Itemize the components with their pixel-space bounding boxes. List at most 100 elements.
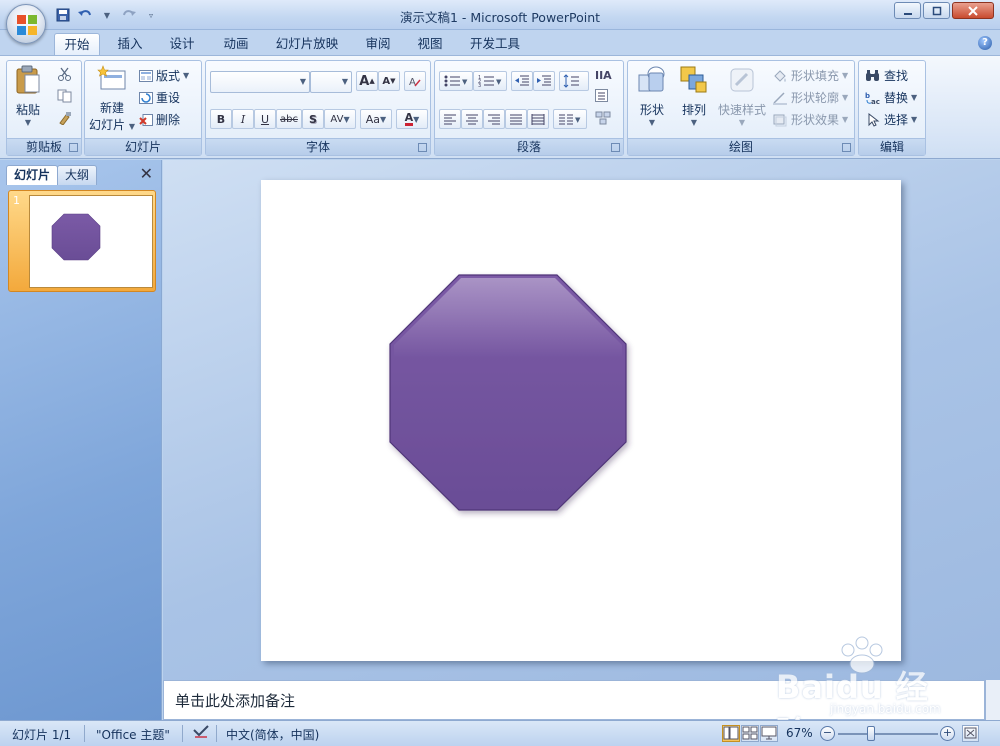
spellcheck-icon[interactable] (192, 724, 210, 743)
find-button[interactable]: 查找 (865, 67, 908, 84)
replace-button[interactable]: b ac 替换 ▼ (865, 89, 917, 106)
zoom-slider-thumb[interactable] (867, 726, 875, 741)
slide-thumbnail-item[interactable]: 1 (8, 190, 156, 292)
shrink-font-button[interactable]: A ▼ (378, 71, 400, 91)
slide-thumbnail[interactable] (29, 195, 153, 288)
close-pane-icon[interactable]: ✕ (140, 166, 153, 182)
arrange-button[interactable]: 排列 ▼ (674, 65, 714, 127)
smartart-icon[interactable] (595, 111, 615, 128)
office-logo-icon (17, 15, 37, 35)
fit-to-window-button[interactable] (962, 725, 979, 742)
line-spacing-icon[interactable] (559, 71, 589, 91)
character-spacing-label: AV (330, 113, 344, 125)
cut-icon[interactable] (57, 67, 73, 84)
svg-text:A: A (409, 77, 416, 88)
align-center-icon[interactable] (461, 109, 483, 129)
theme-status[interactable]: "Office 主题" (96, 726, 170, 743)
align-left-icon[interactable] (439, 109, 461, 129)
tab-slides-pane[interactable]: 幻灯片 (6, 165, 59, 185)
group-label-slides: 幻灯片 (85, 138, 201, 155)
ribbon: 粘贴 ▼ 剪贴板 新建 幻灯片 ▼ 版式 ▼ 重设 删除 幻灯片 ▼ ▼ A ▲… (0, 55, 1000, 159)
office-button[interactable] (6, 4, 46, 44)
octagon-shape[interactable] (261, 180, 901, 661)
tab-slideshow[interactable]: 幻灯片放映 (268, 33, 346, 56)
strikethrough-button[interactable]: abc (276, 109, 302, 129)
normal-view-button[interactable] (722, 725, 740, 742)
reset-button[interactable]: 重设 (139, 89, 180, 106)
tab-insert[interactable]: 插入 (108, 33, 152, 56)
maximize-button[interactable] (923, 2, 950, 19)
find-label: 查找 (884, 69, 909, 83)
justify-icon[interactable] (505, 109, 527, 129)
zoom-slider-track[interactable] (838, 733, 938, 735)
tab-view[interactable]: 视图 (408, 33, 452, 56)
slide-sorter-icon (742, 726, 758, 740)
layout-button[interactable]: 版式 ▼ (139, 67, 189, 84)
help-icon[interactable]: ? (978, 36, 992, 50)
group-label-editing: 编辑 (859, 138, 925, 155)
clipboard-launcher-icon[interactable] (69, 143, 78, 152)
shape-fill-label: 形状填充 (791, 69, 840, 83)
language-status[interactable]: 中文(简体，中国) (226, 726, 319, 743)
tab-animations[interactable]: 动画 (214, 33, 258, 56)
window-title: 演示文稿1 - Microsoft PowerPoint (399, 10, 601, 25)
font-launcher-icon[interactable] (418, 143, 427, 152)
bullets-icon[interactable]: ▼ (439, 71, 473, 91)
shape-effects-label: 形状效果 (791, 113, 840, 127)
font-size-select[interactable]: ▼ (310, 71, 352, 93)
slide-canvas[interactable] (261, 180, 901, 661)
select-button[interactable]: 选择 ▼ (865, 111, 917, 128)
group-font: ▼ ▼ A ▲ A ▼ A B I U abc S AV ▼ Aa ▼ A ▼ 字体 (205, 60, 431, 156)
numbering-icon[interactable]: 1 2 3 ▼ (473, 71, 507, 91)
italic-button[interactable]: I (232, 109, 254, 129)
font-color-icon: A (404, 111, 414, 126)
shape-fill-button[interactable]: 形状填充 ▼ (772, 67, 848, 84)
slideshow-view-button[interactable] (760, 725, 778, 742)
tab-developer[interactable]: 开发工具 (462, 33, 528, 56)
format-painter-icon[interactable] (57, 111, 73, 128)
font-family-select[interactable]: ▼ (210, 71, 310, 93)
increase-indent-icon[interactable] (533, 71, 555, 91)
shape-effects-button[interactable]: 形状效果 ▼ (772, 111, 848, 128)
quick-styles-button[interactable]: 快速样式 ▼ (716, 65, 768, 127)
slide-sorter-button[interactable] (741, 725, 759, 742)
svg-text:▼: ▼ (496, 78, 502, 86)
decrease-indent-icon[interactable] (511, 71, 533, 91)
new-slide-button[interactable]: 新建 幻灯片 ▼ (89, 65, 135, 133)
group-drawing: 形状 ▼ 排列 ▼ 快速样式 ▼ 形状填充 ▼ 形状轮廓 ▼ 形状效果 ▼ 绘图 (627, 60, 855, 156)
distributed-icon[interactable] (527, 109, 549, 129)
text-shadow-button[interactable]: S (302, 109, 324, 129)
change-case-button[interactable]: Aa ▼ (360, 109, 392, 129)
group-clipboard: 粘贴 ▼ 剪贴板 (6, 60, 82, 156)
character-spacing-button[interactable]: AV ▼ (324, 109, 356, 129)
align-text-icon[interactable] (595, 89, 615, 106)
font-color-button[interactable]: A ▼ (396, 109, 428, 129)
window-controls (894, 2, 994, 19)
zoom-level[interactable]: 67% (786, 726, 813, 740)
grow-font-button[interactable]: A ▲ (356, 71, 378, 91)
shape-effects-icon (773, 114, 787, 126)
minimize-button[interactable] (894, 2, 921, 19)
drawing-launcher-icon[interactable] (842, 143, 851, 152)
tab-outline-pane[interactable]: 大纲 (57, 165, 98, 185)
tab-design[interactable]: 设计 (160, 33, 204, 56)
text-direction-icon[interactable]: IIA (595, 67, 617, 86)
copy-icon[interactable] (57, 89, 73, 106)
underline-button[interactable]: U (254, 109, 276, 129)
shapes-button[interactable]: 形状 ▼ (632, 65, 672, 127)
notes-scrollbar[interactable] (985, 680, 1000, 720)
columns-icon[interactable]: ▼ (553, 109, 587, 129)
paragraph-launcher-icon[interactable] (611, 143, 620, 152)
tab-review[interactable]: 审阅 (356, 33, 400, 56)
zoom-in-button[interactable]: + (940, 726, 955, 741)
close-button[interactable] (952, 2, 994, 19)
replace-icon: bac (865, 92, 880, 105)
paste-button[interactable]: 粘贴 ▼ (11, 65, 45, 127)
zoom-out-button[interactable]: − (820, 726, 835, 741)
align-right-icon[interactable] (483, 109, 505, 129)
clear-formatting-icon[interactable]: A (404, 71, 426, 91)
bold-button[interactable]: B (210, 109, 232, 129)
tab-home[interactable]: 开始 (54, 33, 100, 56)
delete-slide-button[interactable]: 删除 (139, 111, 180, 128)
shape-outline-button[interactable]: 形状轮廓 ▼ (772, 89, 848, 106)
